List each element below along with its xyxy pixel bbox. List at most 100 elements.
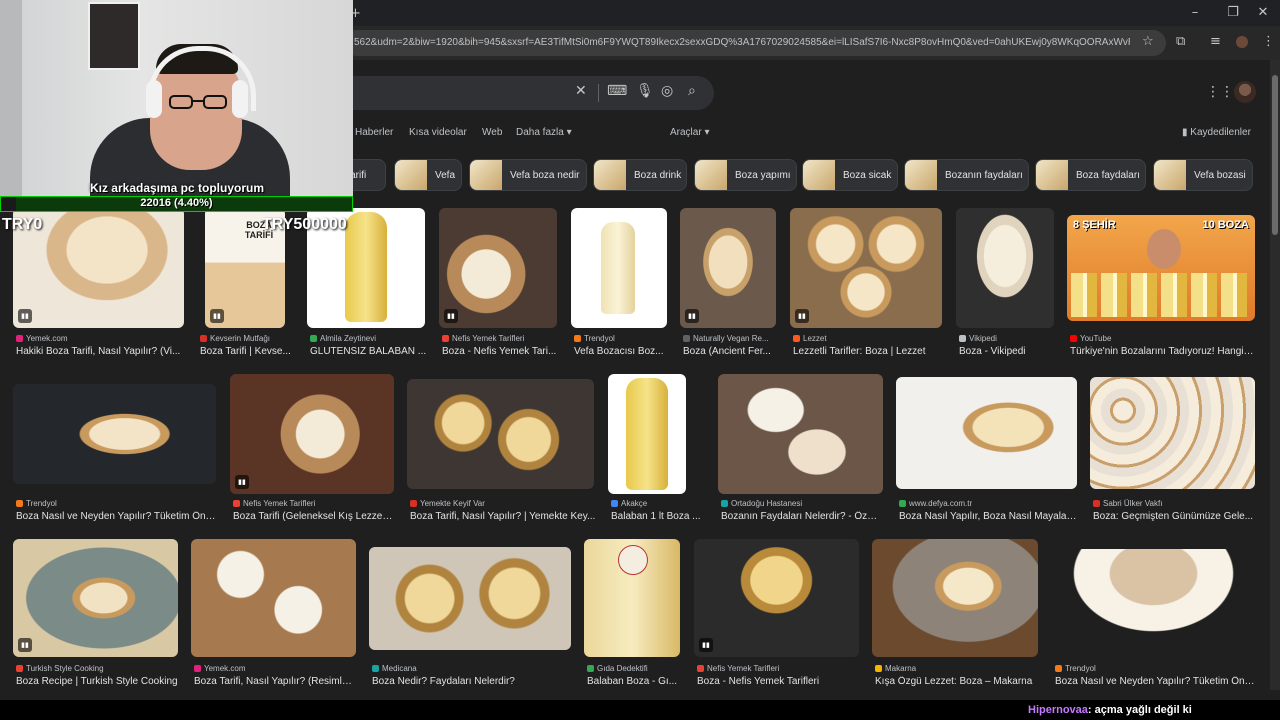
account-avatar[interactable] — [1234, 81, 1256, 103]
result-image[interactable]: ▮▮ — [230, 374, 394, 494]
minimize-icon[interactable]: – — [1178, 0, 1212, 26]
result-source[interactable]: www.defya.com.tr — [899, 499, 1077, 508]
result-source[interactable]: Nefis Yemek Tarifleri — [442, 334, 562, 343]
result-source[interactable]: Turkish Style Cooking — [16, 664, 180, 673]
result-source[interactable]: Lezzet — [793, 334, 943, 343]
result-title[interactable]: Lezzetli Tarifler: Boza | Lezzet — [793, 346, 943, 357]
result-title[interactable]: Vefa Bozacısı Boz... — [574, 346, 668, 357]
result-image[interactable] — [191, 539, 356, 657]
result-image[interactable] — [407, 379, 594, 489]
result-source[interactable]: Nefis Yemek Tarifleri — [233, 499, 397, 508]
chip-suggestion[interactable]: Boza drink — [593, 159, 687, 191]
result-image[interactable] — [13, 384, 216, 484]
menu-kebab-icon[interactable]: ⋮ — [1262, 34, 1275, 49]
result-title[interactable]: Boza Nasıl Yapılır, Boza Nasıl Mayalan..… — [899, 511, 1077, 522]
chip-suggestion[interactable]: Vefa boza nedir — [469, 159, 587, 191]
result-title[interactable]: Boza - Vikipedi — [959, 346, 1055, 357]
result-source[interactable]: Medicana — [372, 664, 572, 673]
result-source[interactable]: Vikipedi — [959, 334, 1055, 343]
result-image[interactable]: ▮▮ — [439, 208, 557, 328]
result-image[interactable] — [872, 539, 1038, 657]
result-title[interactable]: Boza Tarifi, Nasıl Yapılır? (Resimli ... — [194, 676, 354, 687]
result-image[interactable] — [896, 377, 1077, 489]
result-source[interactable]: Gıda Dedektifi — [587, 664, 679, 673]
tab-more[interactable]: Daha fazla ▾ — [516, 127, 572, 138]
clear-search-icon[interactable]: ✕ — [575, 83, 587, 99]
result-title[interactable]: Balaban Boza - Gı... — [587, 676, 679, 687]
extensions-icon[interactable]: ⧉ — [1176, 34, 1185, 49]
result-title[interactable]: Boza Recipe | Turkish Style Cooking — [16, 676, 180, 687]
result-image[interactable] — [571, 208, 667, 328]
result-title[interactable]: Boza Tarifi | Kevse... — [200, 346, 300, 357]
result-title[interactable]: Boza Nedir? Faydaları Nelerdir? — [372, 676, 572, 687]
bookmark-star-icon[interactable]: ☆ — [1142, 34, 1154, 49]
result-title[interactable]: Boza Tarifi (Geleneksel Kış Lezzeti... — [233, 511, 395, 522]
result-title[interactable]: Türkiye'nin Bozalarını Tadıyoruz! Hangis… — [1070, 346, 1256, 357]
saved-link[interactable]: ▮ Kaydedilenler — [1182, 127, 1251, 138]
media-control-icon[interactable]: ≡ — [1210, 34, 1221, 49]
chip-suggestion[interactable]: Bozanın faydaları — [904, 159, 1029, 191]
chip-suggestion[interactable]: Boza faydaları — [1035, 159, 1146, 191]
result-source[interactable]: Yemekte Keyif Var — [410, 499, 596, 508]
result-image[interactable]: ▮▮ — [13, 539, 178, 657]
result-title[interactable]: Bozanın Faydaları Nelerdir? - Özel... — [721, 511, 881, 522]
chip-thumbnail — [470, 160, 502, 190]
scrollbar-thumb[interactable] — [1272, 75, 1278, 235]
chip-suggestion[interactable]: Boza yapımı — [694, 159, 797, 191]
result-title[interactable]: Balaban 1 lt Boza ... — [611, 511, 701, 522]
result-source[interactable]: Ortadoğu Hastanesi — [721, 499, 885, 508]
chip-suggestion[interactable]: Vefa — [394, 159, 462, 191]
result-image[interactable]: 8 ŞEHİR 10 BOZA — [1067, 215, 1255, 321]
result-image[interactable] — [584, 539, 680, 657]
result-title[interactable]: Boza: Geçmişten Günümüze Gele... — [1093, 511, 1255, 522]
result-source[interactable]: Akakçe — [611, 499, 701, 508]
result-image[interactable] — [1090, 377, 1255, 489]
result-source[interactable]: Kevserin Mutfağı — [200, 334, 302, 343]
result-image[interactable] — [956, 208, 1054, 328]
result-source[interactable]: Yemek.com — [194, 664, 358, 673]
image-overlay-text: 10 BOZA — [1202, 219, 1249, 231]
result-source[interactable]: Naturally Vegan Re... — [683, 334, 777, 343]
result-source[interactable]: Nefis Yemek Tarifleri — [697, 664, 859, 673]
search-icon[interactable]: ⌕ — [688, 83, 696, 99]
result-source[interactable]: Sabri Ülker Vakfı — [1093, 499, 1255, 508]
tab-news[interactable]: Haberler — [355, 127, 393, 138]
keyboard-icon[interactable]: ⌨ — [607, 83, 627, 99]
result-image[interactable]: ▮▮ — [694, 539, 859, 657]
result-image[interactable] — [369, 547, 571, 650]
microphone-icon[interactable]: 🎙 — [636, 83, 654, 99]
result-source[interactable]: Yemek.com — [16, 334, 184, 343]
result-source[interactable]: Trendyol — [16, 499, 216, 508]
result-title[interactable]: Boza Nasıl ve Neyden Yapılır? Tüketim Ön… — [1055, 676, 1255, 687]
result-image[interactable]: ▮▮ — [790, 208, 942, 328]
result-source[interactable]: Trendyol — [1055, 664, 1255, 673]
result-title[interactable]: Boza (Ancient Fer... — [683, 346, 777, 357]
result-title[interactable]: Boza - Nefis Yemek Tari... — [442, 346, 562, 357]
result-image[interactable]: ▮▮ — [680, 208, 776, 328]
chip-suggestion[interactable]: Vefa bozasi — [1153, 159, 1253, 191]
restore-icon[interactable]: ❐ — [1216, 0, 1250, 26]
google-apps-icon[interactable]: ⋮⋮ — [1206, 84, 1234, 100]
result-title[interactable]: Boza - Nefis Yemek Tarifleri — [697, 676, 859, 687]
source-label: Naturally Vegan Re... — [693, 334, 769, 343]
result-image[interactable] — [718, 374, 883, 494]
chip-suggestion[interactable]: Boza sicak — [802, 159, 898, 191]
tab-web[interactable]: Web — [482, 127, 502, 138]
tools-button[interactable]: Araçlar ▾ — [670, 127, 710, 138]
result-image[interactable] — [608, 374, 686, 494]
tab-short-videos[interactable]: Kısa videolar — [409, 127, 467, 138]
profile-icon[interactable] — [1236, 36, 1248, 48]
result-source[interactable]: Almila Zeytinevi — [310, 334, 428, 343]
result-title[interactable]: Hakiki Boza Tarifi, Nasıl Yapılır? (Vi..… — [16, 346, 184, 357]
result-source[interactable]: Trendyol — [574, 334, 674, 343]
result-source[interactable]: Makarna — [875, 664, 1037, 673]
result-source[interactable]: YouTube — [1070, 334, 1256, 343]
result-title[interactable]: Boza Nasıl ve Neyden Yapılır? Tüketim Ön… — [16, 511, 216, 522]
lens-camera-icon[interactable]: ◎ — [661, 83, 673, 99]
chip-label: Boza drink — [634, 169, 682, 181]
result-title[interactable]: Boza Tarifi, Nasıl Yapılır? | Yemekte Ke… — [410, 511, 596, 522]
result-title[interactable]: GLUTENSİZ BALABAN ... — [310, 346, 428, 357]
result-title[interactable]: Kışa Özgü Lezzet: Boza – Makarna — [875, 676, 1037, 687]
close-window-icon[interactable]: ✕ — [1246, 0, 1280, 26]
result-image[interactable] — [1052, 549, 1255, 647]
